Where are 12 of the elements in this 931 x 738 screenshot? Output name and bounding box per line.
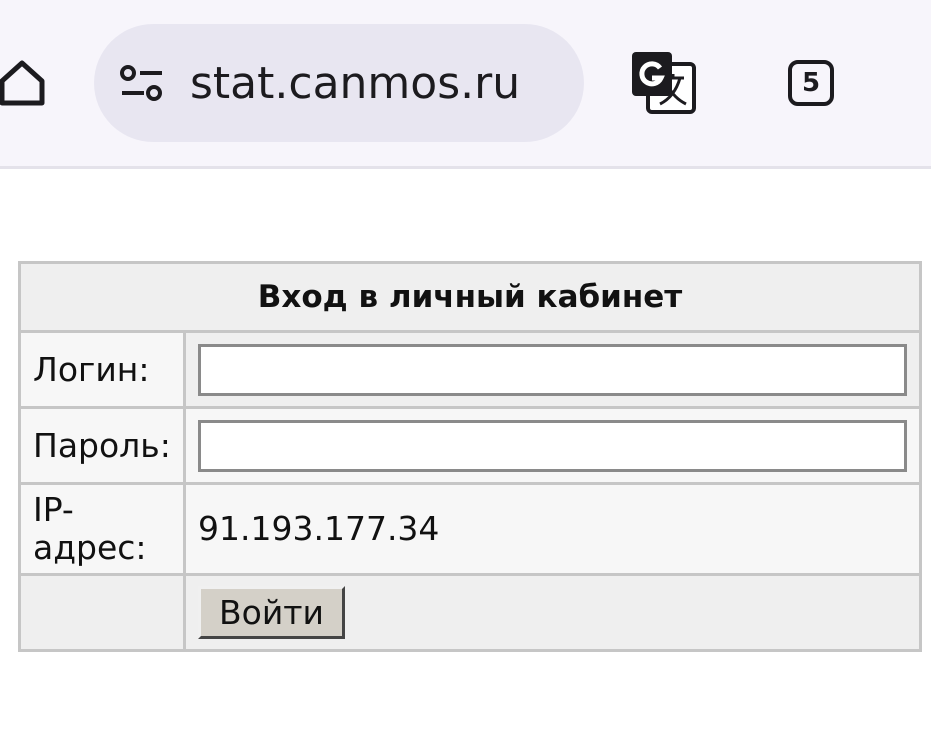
form-title: Вход в личный кабинет bbox=[20, 262, 920, 332]
login-field[interactable] bbox=[198, 344, 907, 396]
field-label: Логин: bbox=[20, 332, 184, 408]
field-label: Пароль: bbox=[20, 408, 184, 484]
translate-icon[interactable] bbox=[630, 50, 698, 116]
login-button[interactable]: Войти bbox=[198, 586, 345, 639]
field-label: IP-адрес: bbox=[20, 484, 184, 574]
url-text: stat.canmos.ru bbox=[190, 58, 520, 108]
address-bar[interactable]: stat.canmos.ru bbox=[94, 24, 584, 142]
password-field[interactable] bbox=[198, 420, 907, 472]
tab-count[interactable]: 5 bbox=[788, 60, 834, 106]
ip-value: 91.193.177.34 bbox=[198, 509, 440, 548]
